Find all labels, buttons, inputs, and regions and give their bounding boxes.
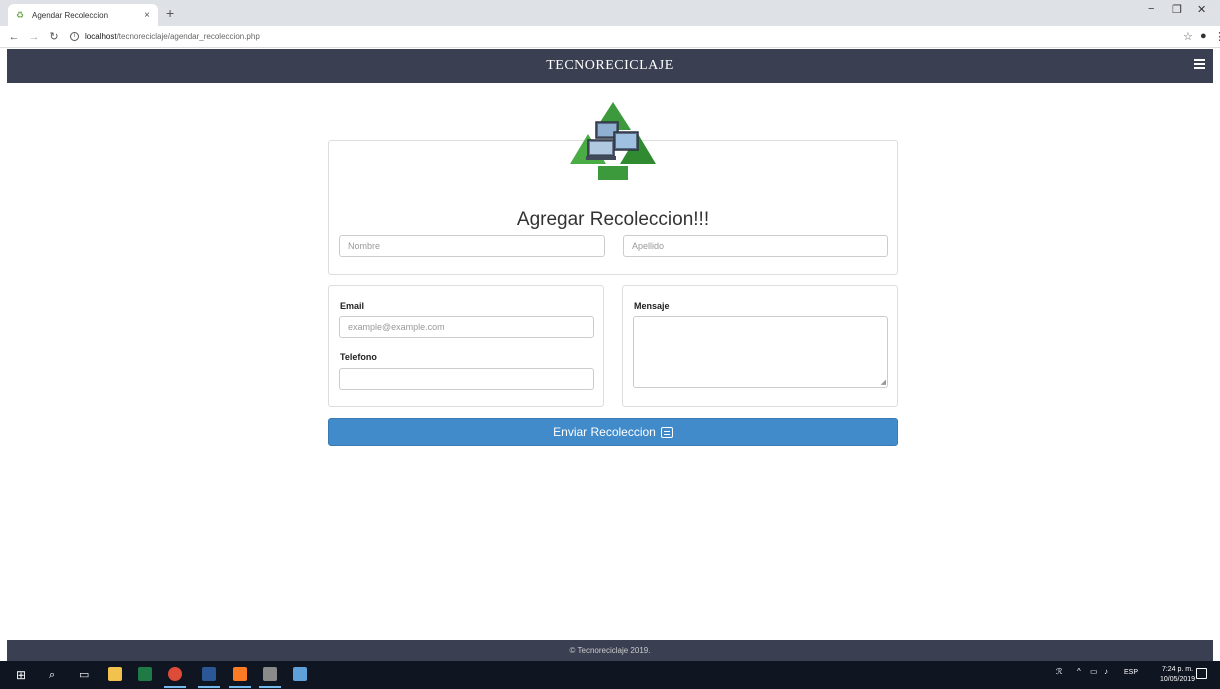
contact-panel: Email example@example.com Telefono bbox=[328, 285, 604, 407]
mensaje-textarea[interactable]: ◢ bbox=[633, 316, 888, 388]
clock-time: 7:24 p. m. bbox=[1161, 666, 1194, 673]
resize-grip-icon[interactable]: ◢ bbox=[881, 379, 886, 386]
menu-kebab-icon[interactable]: ⋮ bbox=[1214, 30, 1220, 43]
browser-toolbar: ← → ↻ i localhost/tecnoreciclaje/agendar… bbox=[0, 26, 1220, 48]
recycle-logo bbox=[570, 102, 656, 180]
windows-taskbar: ⊞ ⌕ ▭ ℛ ^ ▭ ♪ ESP 7:24 p. m. 10/05/2019 bbox=[0, 661, 1220, 689]
inbox-icon bbox=[660, 426, 673, 438]
tray-chevron-icon[interactable]: ^ bbox=[1077, 667, 1081, 676]
enviar-recoleccion-button[interactable]: Enviar Recoleccion bbox=[328, 418, 898, 446]
mensaje-label: Mensaje bbox=[634, 301, 670, 311]
app-active-indicator bbox=[259, 686, 281, 688]
site-footer: © Tecnoreciclaje 2019. bbox=[7, 640, 1213, 661]
form-title: Agregar Recoleccion!!! bbox=[516, 209, 710, 230]
recycle-favicon-icon: ♻ bbox=[16, 10, 25, 20]
clock-date: 10/05/2019 bbox=[1160, 676, 1196, 683]
url-host: localhost bbox=[85, 32, 117, 41]
task-view-icon[interactable]: ▭ bbox=[79, 668, 89, 682]
chrome-icon[interactable] bbox=[168, 667, 182, 681]
telefono-input[interactable] bbox=[339, 368, 594, 390]
bookmark-star-icon[interactable]: ☆ bbox=[1183, 30, 1193, 43]
search-icon[interactable]: ⌕ bbox=[49, 668, 55, 682]
browser-tab-strip: ♻ Agendar Recoleccion × + − ❐ ✕ bbox=[0, 0, 1220, 26]
tab-close-icon[interactable]: × bbox=[144, 10, 150, 21]
minimize-button[interactable]: − bbox=[1148, 3, 1154, 15]
address-bar[interactable]: i localhost/tecnoreciclaje/agendar_recol… bbox=[70, 28, 1170, 46]
volume-icon[interactable]: ♪ bbox=[1104, 667, 1108, 676]
telefono-label: Telefono bbox=[340, 352, 377, 362]
paint-icon[interactable] bbox=[293, 667, 307, 681]
chrome-active-indicator bbox=[164, 686, 186, 688]
forward-arrow-icon[interactable]: → bbox=[28, 31, 40, 43]
xampp-active-indicator bbox=[229, 686, 251, 688]
app-icon[interactable] bbox=[263, 667, 277, 681]
apellido-input[interactable]: Apellido bbox=[623, 235, 888, 257]
file-explorer-icon[interactable] bbox=[108, 667, 122, 681]
notification-center-icon[interactable] bbox=[1196, 668, 1207, 679]
word-icon[interactable] bbox=[202, 667, 216, 681]
tab-title: Agendar Recoleccion bbox=[32, 10, 109, 20]
language-indicator[interactable]: ESP bbox=[1124, 669, 1138, 676]
window-close-button[interactable]: ✕ bbox=[1197, 3, 1206, 16]
email-input[interactable]: example@example.com bbox=[339, 316, 594, 338]
nombre-input[interactable]: Nombre bbox=[339, 235, 605, 257]
info-icon[interactable]: i bbox=[70, 32, 79, 41]
browser-tab[interactable]: ♻ Agendar Recoleccion × bbox=[8, 4, 158, 26]
restore-button[interactable]: ❐ bbox=[1172, 3, 1182, 16]
word-active-indicator bbox=[198, 686, 220, 688]
back-arrow-icon[interactable]: ← bbox=[8, 31, 20, 43]
system-clock[interactable]: 7:24 p. m. 10/05/2019 bbox=[1160, 665, 1195, 685]
new-tab-button[interactable]: + bbox=[166, 4, 174, 22]
account-icon[interactable]: ● bbox=[1200, 30, 1207, 42]
excel-icon[interactable] bbox=[138, 667, 152, 681]
site-header: TECNORECICLAJE bbox=[7, 49, 1213, 83]
email-label: Email bbox=[340, 301, 365, 311]
reload-icon[interactable]: ↻ bbox=[48, 30, 60, 43]
footer-copyright: © Tecnoreciclaje 2019. bbox=[569, 646, 651, 655]
brand-title[interactable]: TECNORECICLAJE bbox=[546, 58, 674, 74]
submit-label: Enviar Recoleccion bbox=[553, 425, 656, 439]
url-path: /tecnoreciclaje/agendar_recoleccion.php bbox=[116, 32, 260, 41]
hamburger-menu-icon[interactable] bbox=[1194, 59, 1205, 69]
message-panel: Mensaje ◢ bbox=[622, 285, 898, 407]
xampp-icon[interactable] bbox=[233, 667, 247, 681]
windows-start-icon[interactable]: ⊞ bbox=[16, 668, 26, 682]
people-icon[interactable]: ℛ bbox=[1056, 667, 1062, 676]
network-icon[interactable]: ▭ bbox=[1090, 667, 1098, 676]
